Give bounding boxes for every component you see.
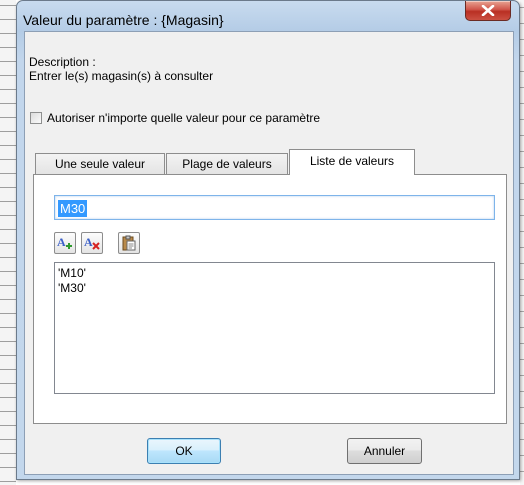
value-list-panel: M30 A A 'M10' 'M30' bbox=[33, 174, 507, 424]
title-bar[interactable]: Valeur du paramètre : {Magasin} bbox=[17, 1, 519, 31]
paste-clipboard-icon bbox=[122, 235, 136, 251]
background-window-edge-left bbox=[0, 0, 16, 485]
dialog-title: Valeur du paramètre : {Magasin} bbox=[23, 12, 224, 28]
paste-button[interactable] bbox=[118, 232, 140, 254]
tab-value-range[interactable]: Plage de valeurs bbox=[166, 153, 288, 175]
add-value-icon: A bbox=[57, 235, 72, 249]
close-button[interactable] bbox=[465, 1, 511, 21]
dialog-content: Description : Entrer le(s) magasin(s) à … bbox=[24, 31, 514, 475]
background-window-edge-right bbox=[520, 0, 524, 485]
allow-any-value-option[interactable]: Autoriser n'importe quelle valeur pour c… bbox=[30, 111, 320, 125]
values-listbox[interactable]: 'M10' 'M30' bbox=[54, 262, 495, 394]
list-item[interactable]: 'M30' bbox=[58, 281, 86, 295]
tab-single-value[interactable]: Une seule valeur bbox=[35, 153, 165, 175]
svg-text:A: A bbox=[84, 235, 93, 249]
allow-any-value-checkbox[interactable] bbox=[30, 112, 42, 124]
description-label: Description : bbox=[29, 55, 96, 69]
ok-button[interactable]: OK bbox=[147, 438, 221, 464]
remove-value-icon: A bbox=[84, 235, 100, 250]
value-input[interactable]: M30 bbox=[54, 195, 495, 220]
svg-text:A: A bbox=[57, 235, 66, 249]
description-text: Entrer le(s) magasin(s) à consulter bbox=[29, 69, 214, 83]
value-input-text: M30 bbox=[58, 200, 88, 217]
close-icon bbox=[481, 5, 495, 16]
parameter-value-dialog: Valeur du paramètre : {Magasin} Descript… bbox=[16, 0, 520, 480]
tab-value-list[interactable]: Liste de valeurs bbox=[289, 149, 415, 175]
allow-any-value-label[interactable]: Autoriser n'importe quelle valeur pour c… bbox=[47, 111, 320, 125]
cancel-button[interactable]: Annuler bbox=[347, 438, 422, 464]
remove-value-button[interactable]: A bbox=[81, 232, 103, 254]
list-item[interactable]: 'M10' bbox=[58, 266, 86, 280]
add-value-button[interactable]: A bbox=[54, 232, 76, 254]
